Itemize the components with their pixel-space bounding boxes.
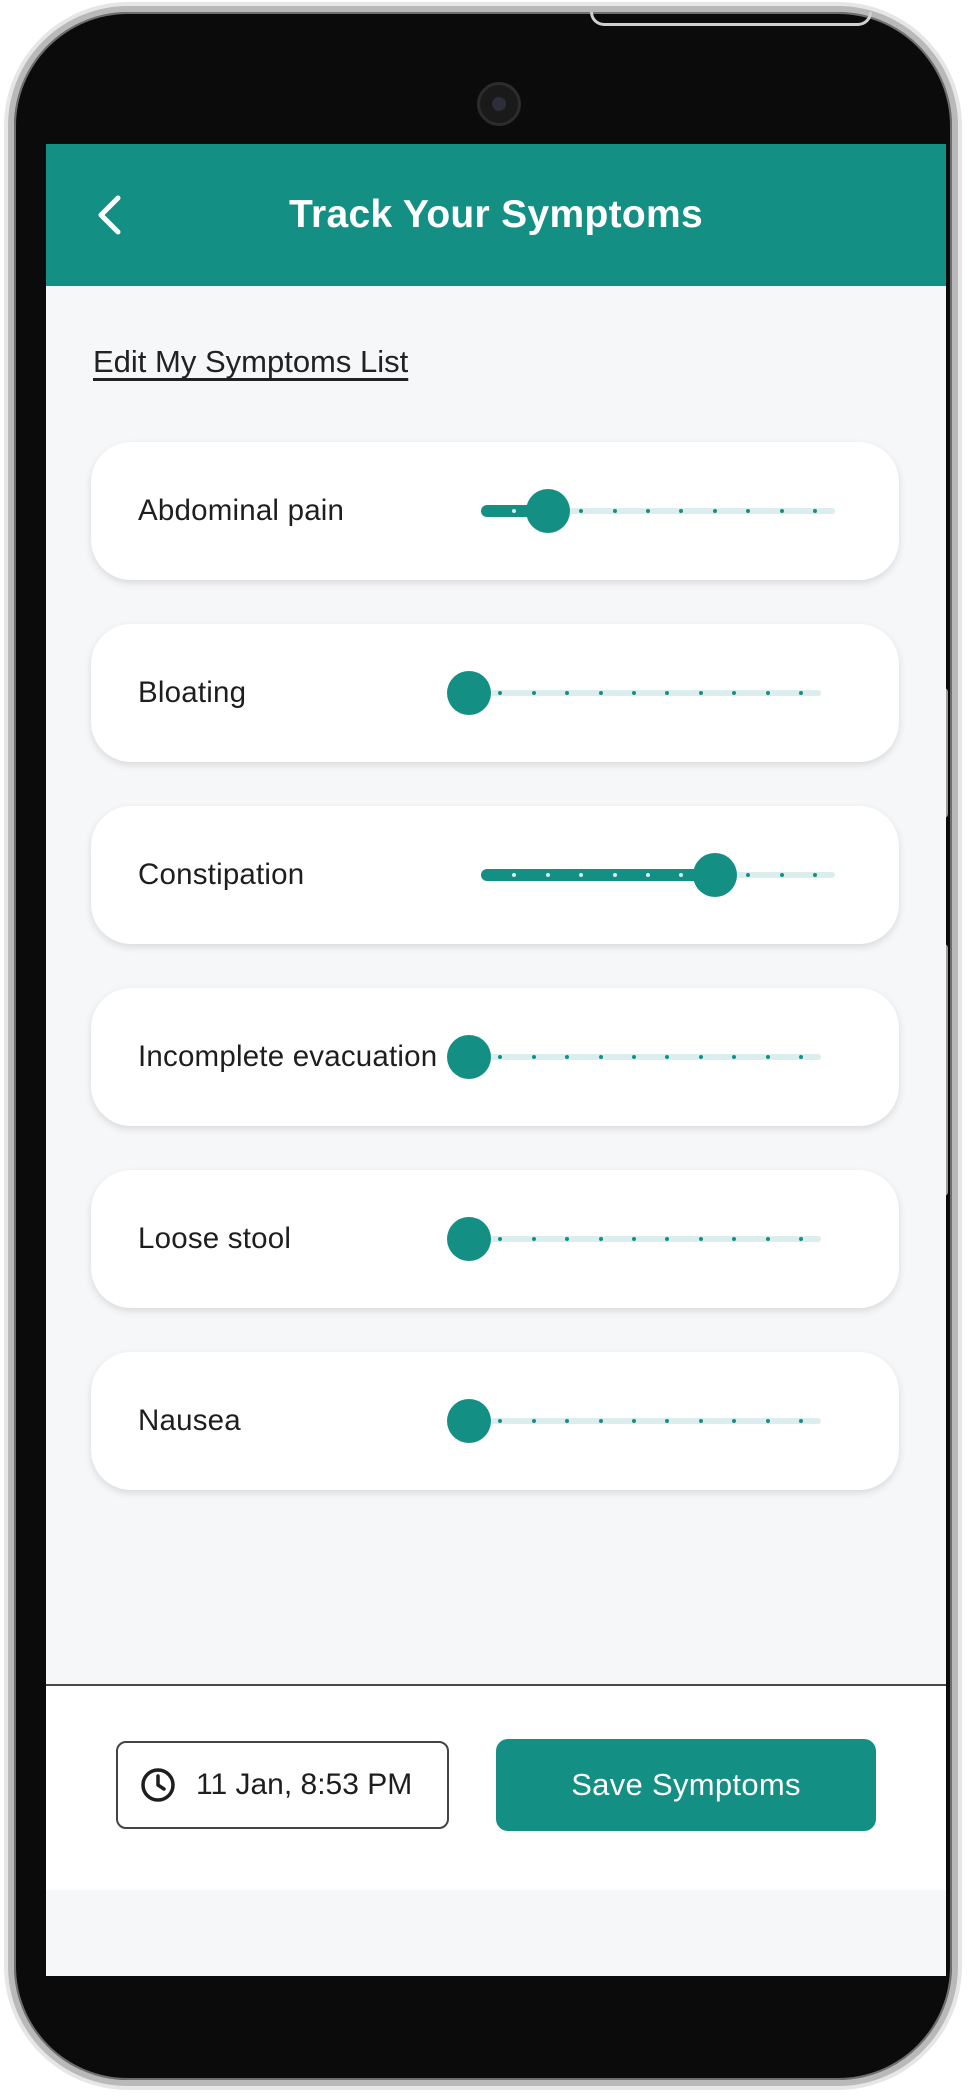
symptom-card: Loose stool (91, 1170, 899, 1308)
front-camera (477, 82, 521, 126)
slider-tick (799, 691, 803, 695)
slider-thumb[interactable] (692, 853, 737, 897)
slider-tick (813, 509, 817, 513)
slider-tick (813, 873, 817, 877)
slider-thumb[interactable] (447, 1217, 491, 1261)
save-symptoms-button[interactable]: Save Symptoms (496, 1739, 876, 1831)
slider-tick (531, 1055, 536, 1059)
slider-thumb[interactable] (525, 489, 570, 533)
slider-tick (612, 509, 617, 513)
slider-tick (799, 1419, 803, 1423)
slider-tick (598, 1237, 603, 1241)
slider-tick (612, 873, 617, 877)
app-screen: Track Your Symptoms Edit My Symptoms Lis… (46, 144, 946, 1976)
slider-tick (646, 873, 650, 877)
severity-slider[interactable] (447, 1027, 847, 1087)
slider-tick (712, 509, 717, 513)
slider-tick (531, 1237, 536, 1241)
datetime-picker-button[interactable]: 11 Jan, 8:53 PM (116, 1741, 449, 1829)
severity-slider[interactable] (481, 481, 861, 541)
clock-icon (141, 1768, 175, 1802)
back-button[interactable] (86, 190, 136, 240)
slider-thumb[interactable] (447, 1399, 491, 1443)
symptom-card: Constipation (91, 806, 899, 944)
slider-tick (799, 1055, 803, 1059)
severity-slider[interactable] (447, 663, 847, 723)
symptom-label: Nausea (138, 1404, 241, 1437)
slider-tick (779, 873, 784, 877)
slider-tick (632, 691, 636, 695)
symptom-label: Incomplete evacuation (138, 1040, 438, 1073)
chevron-left-icon (98, 195, 121, 235)
slider-tick (632, 1055, 636, 1059)
symptom-label: Constipation (138, 858, 305, 891)
slider-tick (698, 1055, 703, 1059)
slider-thumb[interactable] (447, 671, 491, 715)
slider-thumb[interactable] (447, 1035, 491, 1079)
symptom-label: Loose stool (138, 1222, 292, 1255)
slider-tick (632, 1237, 636, 1241)
symptom-label: Abdominal pain (138, 494, 345, 527)
slider-tick (765, 691, 770, 695)
slider-tick (765, 1419, 770, 1423)
symptom-card: Bloating (91, 624, 899, 762)
slider-tick (632, 1419, 636, 1423)
slider-tick (598, 1055, 603, 1059)
slider-tick (765, 1055, 770, 1059)
slider-tick (779, 509, 784, 513)
slider-tick (531, 1419, 536, 1423)
phone-frame: Track Your Symptoms Edit My Symptoms Lis… (8, 6, 958, 2086)
slider-tick (765, 1237, 770, 1241)
slider-tick (531, 691, 536, 695)
datetime-text: 11 Jan, 8:53 PM (196, 1768, 413, 1801)
slider-tick (598, 691, 603, 695)
severity-slider[interactable] (481, 845, 861, 905)
slider-tick (698, 1419, 703, 1423)
page-title: Track Your Symptoms (289, 193, 703, 236)
slider-tick (598, 1419, 603, 1423)
severity-slider[interactable] (447, 1209, 847, 1269)
symptom-label: Bloating (138, 676, 247, 709)
slider-tick (698, 691, 703, 695)
slider-tick (698, 1237, 703, 1241)
phone-top-edge (590, 12, 872, 26)
slider-tick (646, 509, 650, 513)
symptom-card: Nausea (91, 1352, 899, 1490)
symptom-card: Abdominal pain (91, 442, 899, 580)
app-header: Track Your Symptoms (46, 144, 946, 286)
slider-tick (545, 873, 550, 877)
edit-symptoms-list-link[interactable]: Edit My Symptoms List (93, 344, 408, 380)
slider-fill (481, 869, 725, 881)
symptom-card: Incomplete evacuation (91, 988, 899, 1126)
severity-slider[interactable] (447, 1391, 847, 1451)
slider-tick (799, 1237, 803, 1241)
